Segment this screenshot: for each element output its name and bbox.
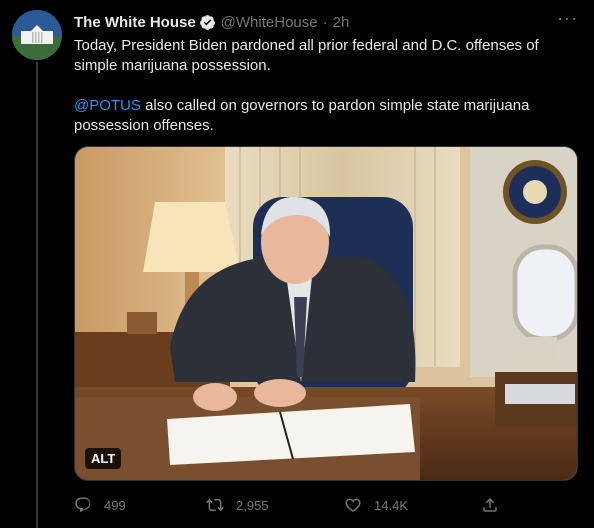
reply-icon <box>75 497 91 513</box>
tweet-text: Today, President Biden pardoned all prio… <box>74 36 574 156</box>
reply-button[interactable]: 499 <box>74 496 126 514</box>
tweet-paragraph-1: Today, President Biden pardoned all prio… <box>74 37 539 74</box>
reply-count: 499 <box>104 497 126 513</box>
tweet-header: The White House @WhiteHouse · 2h ··· <box>74 8 578 32</box>
more-icon[interactable]: ··· <box>557 8 578 29</box>
timestamp[interactable]: 2h <box>333 14 350 31</box>
like-button[interactable]: 14.4K <box>344 496 408 514</box>
alt-text-badge[interactable]: ALT <box>85 448 122 469</box>
handle[interactable]: @WhiteHouse <box>221 14 318 31</box>
display-name[interactable]: The White House <box>74 14 196 31</box>
share-button[interactable] <box>481 496 499 514</box>
tweet-photo[interactable]: ALT <box>74 146 578 481</box>
thread-line <box>36 62 38 528</box>
tweet-paragraph-2-text: also called on governors to pardon simpl… <box>74 97 530 134</box>
action-bar: 499 2,955 14.4K <box>74 494 504 516</box>
verified-badge-icon <box>199 14 216 31</box>
tweet-paragraph-2: @POTUS also called on governors to pardo… <box>74 96 574 136</box>
mention-link[interactable]: @POTUS <box>74 97 141 114</box>
like-count: 14.4K <box>374 497 408 513</box>
photo-illustration <box>75 147 577 480</box>
retweet-icon <box>206 498 224 512</box>
share-icon <box>483 497 497 512</box>
avatar[interactable] <box>12 10 62 60</box>
like-icon <box>345 498 361 512</box>
retweet-button[interactable]: 2,955 <box>206 496 269 514</box>
retweet-count: 2,955 <box>236 497 269 513</box>
separator: · <box>322 13 328 31</box>
